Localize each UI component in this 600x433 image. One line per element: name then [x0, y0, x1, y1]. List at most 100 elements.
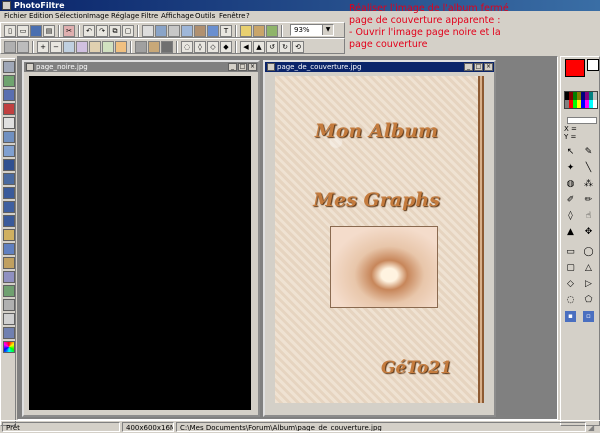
automation-icon[interactable] [240, 25, 252, 37]
fill-bucket-icon[interactable]: ◍ [565, 179, 576, 190]
color-wheel-icon[interactable] [3, 341, 15, 353]
plugin-icon[interactable] [3, 89, 15, 101]
mode-2-icon[interactable]: ▫ [583, 311, 594, 322]
frame-icon[interactable] [181, 25, 193, 37]
diamond-icon[interactable]: ◇ [565, 279, 576, 290]
negative-icon[interactable] [161, 41, 173, 53]
brightness-plus-icon[interactable]: + [37, 41, 49, 53]
rgb-icon[interactable] [115, 41, 127, 53]
minimize-icon[interactable]: _ [228, 63, 237, 71]
image-size-icon[interactable] [142, 25, 154, 37]
menu-outils[interactable]: Outils [195, 11, 215, 22]
menu-help[interactable]: ? [246, 11, 250, 22]
rounded-rect-icon[interactable]: ▢ [565, 263, 576, 274]
soften-icon[interactable]: ◊ [194, 41, 206, 53]
auto-levels-icon[interactable] [4, 41, 16, 53]
document-icon[interactable] [3, 117, 15, 129]
cover-page-image[interactable]: Mon Album Mes Graphs GéTo21 [275, 76, 484, 403]
gradient-icon[interactable] [3, 173, 15, 185]
auto-contrast-icon[interactable] [17, 41, 29, 53]
close-icon[interactable]: × [248, 63, 257, 71]
rotate-180-icon[interactable]: ⟲ [292, 41, 304, 53]
foreground-color[interactable] [565, 59, 585, 77]
save-icon[interactable] [30, 25, 42, 37]
menu-reglage[interactable]: Réglage [111, 11, 139, 22]
background-color[interactable] [587, 59, 599, 71]
cut-icon[interactable]: ✂ [63, 25, 75, 37]
image-icon[interactable] [194, 25, 206, 37]
rectangle-select-icon[interactable]: ▭ [565, 247, 576, 258]
image-manager-icon[interactable] [266, 25, 278, 37]
save-as-icon[interactable] [3, 187, 15, 199]
canvas-size-icon[interactable] [155, 25, 167, 37]
layers-icon[interactable] [3, 131, 15, 143]
smudge-icon[interactable]: ☝ [583, 211, 594, 222]
grayscale-icon[interactable] [135, 41, 147, 53]
brush-icon[interactable]: ✐ [565, 195, 576, 206]
menu-edition[interactable]: Edition [29, 11, 53, 22]
saturation-icon[interactable] [76, 41, 88, 53]
menu-image[interactable]: Image [87, 11, 109, 22]
globe-icon[interactable] [3, 75, 15, 87]
spray-icon[interactable]: ⁂ [583, 179, 594, 190]
pencil-icon[interactable]: ✏ [583, 195, 594, 206]
blur-icon[interactable]: ◌ [181, 41, 193, 53]
grid-icon[interactable] [3, 327, 15, 339]
folder-icon[interactable] [3, 229, 15, 241]
clone-icon[interactable]: ✥ [583, 227, 594, 238]
rotate-right-icon[interactable]: ↻ [279, 41, 291, 53]
color-slider[interactable] [567, 117, 597, 124]
eyedropper-icon[interactable]: ✎ [583, 147, 594, 158]
maximize-icon[interactable]: □ [238, 63, 247, 71]
frame-tool-icon[interactable] [3, 145, 15, 157]
redo-icon[interactable]: ↷ [96, 25, 108, 37]
chevron-down-icon[interactable]: ▼ [322, 25, 333, 35]
sharpen-more-icon[interactable]: ◆ [220, 41, 232, 53]
window-title-bar[interactable]: page_de_couverture.jpg _ □ × [265, 62, 494, 72]
gamma-icon[interactable] [89, 41, 101, 53]
lasso-icon[interactable]: ◌ [565, 295, 576, 306]
minimize-icon[interactable]: _ [464, 63, 473, 71]
stamp-tool-icon[interactable]: ▲ [565, 227, 576, 238]
zoom-select[interactable]: 93% ▼ [290, 24, 334, 36]
blur-drop-icon[interactable]: ◊ [565, 211, 576, 222]
brightness-minus-icon[interactable]: − [50, 41, 62, 53]
window-title-bar[interactable]: page_noire.jpg _ □ × [24, 62, 258, 72]
selection-icon[interactable] [3, 313, 15, 325]
contrast-icon[interactable] [63, 41, 75, 53]
export-icon[interactable] [3, 201, 15, 213]
crop-icon[interactable] [168, 25, 180, 37]
clipboard-icon[interactable] [3, 257, 15, 269]
menu-fichier[interactable]: Fichier [4, 11, 27, 22]
window-page-de-couverture[interactable]: page_de_couverture.jpg _ □ × Mon Album M… [263, 60, 496, 417]
copy-icon[interactable]: ⧉ [109, 25, 121, 37]
rotate-left-icon[interactable]: ↺ [266, 41, 278, 53]
triangle-right-icon[interactable]: ▷ [583, 279, 594, 290]
sepia-icon[interactable] [148, 41, 160, 53]
line-icon[interactable]: ╲ [583, 163, 594, 174]
print-icon[interactable]: ▤ [43, 25, 55, 37]
explorer-icon[interactable] [253, 25, 265, 37]
color-icon[interactable] [102, 41, 114, 53]
text-tool-icon[interactable]: T [220, 25, 232, 37]
mountain-icon[interactable] [3, 159, 15, 171]
sharpen-icon[interactable]: ◇ [207, 41, 219, 53]
filter-icon[interactable] [3, 285, 15, 297]
image-tool-icon[interactable] [3, 61, 15, 73]
menu-affichage[interactable]: Affichage [161, 11, 194, 22]
flip-horizontal-icon[interactable]: ◀ [240, 41, 252, 53]
color-palette[interactable] [564, 91, 598, 109]
close-icon[interactable]: × [484, 63, 493, 71]
menu-fenetre[interactable]: Fenêtre [219, 11, 245, 22]
stamp-icon[interactable] [207, 25, 219, 37]
magic-wand-icon[interactable]: ✦ [565, 163, 576, 174]
ellipse-select-icon[interactable]: ◯ [583, 247, 594, 258]
mode-1-icon[interactable]: ▪ [565, 311, 576, 322]
flip-vertical-icon[interactable]: ▲ [253, 41, 265, 53]
window-icon[interactable] [3, 243, 15, 255]
undo-icon[interactable]: ↶ [83, 25, 95, 37]
star-icon[interactable] [3, 103, 15, 115]
new-file-icon[interactable]: ▯ [4, 25, 16, 37]
menu-filtre[interactable]: Filtre [141, 11, 158, 22]
triangle-icon[interactable]: △ [583, 263, 594, 274]
